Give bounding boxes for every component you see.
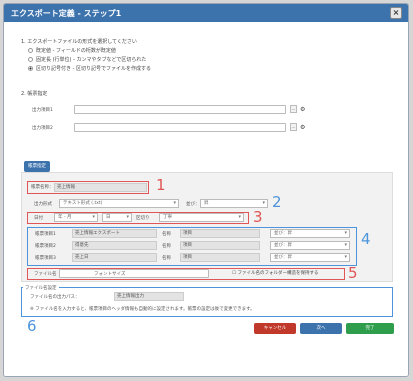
filename-note: ※ ファイル名を入力すると、帳票項目のヘッダ情報も自動的に設定されます。帳票の設… [30, 307, 255, 312]
field-2-sort[interactable]: 並び：昇 ▾ [270, 241, 350, 250]
chevron-down-icon: ▾ [238, 214, 241, 220]
field-1-sort[interactable]: 並び：昇 ▾ [270, 229, 350, 238]
sort-label: 並び： [186, 202, 200, 207]
report-name-input[interactable]: 売上情報 [54, 183, 147, 192]
output-path-input[interactable]: 売上情報出力 [114, 292, 184, 301]
radio-icon[interactable] [28, 66, 33, 71]
field-3-input[interactable]: 売上日 [72, 253, 157, 262]
format-option-1[interactable]: 既定値 - フィールドの桁数が既定値 [28, 47, 116, 54]
tab-report-spec[interactable]: 帳票指定 [24, 161, 50, 172]
chevron-down-icon: ▾ [92, 214, 95, 220]
output-item-1-input[interactable] [74, 105, 286, 114]
radio-icon[interactable] [28, 48, 33, 53]
field-3-label: 帳票項目3 [35, 256, 56, 261]
field-3-key: 名称 [162, 256, 171, 261]
chevron-down-icon: ▾ [262, 200, 265, 206]
export-dialog: エクスポート定義 - ステップ1 × 1. エクスポートファイルの形式を選択して… [3, 3, 409, 377]
gear-icon[interactable]: ⚙ [300, 106, 305, 113]
annotation-2: 2 [272, 193, 282, 211]
annotation-1: 1 [156, 176, 166, 194]
chevron-down-icon: ▾ [173, 200, 176, 206]
field-3-sort[interactable]: 並び：昇 ▾ [270, 253, 350, 262]
next-button[interactable]: 次へ [300, 323, 342, 334]
keep-folder-checkbox[interactable]: ☐ ファイル名のフォルダー構造を保持する [232, 270, 318, 276]
date-label: 日付 [34, 216, 43, 221]
chevron-down-icon: ▾ [344, 242, 347, 248]
output-path-label: ファイル名の出力パス： [30, 295, 80, 300]
field-2-key: 名称 [162, 244, 171, 249]
annotation-6: 6 [27, 317, 37, 335]
radio-icon[interactable] [28, 57, 33, 62]
date-format-select[interactable]: 年 - 月 ▾ [54, 213, 98, 222]
finish-button[interactable]: 完了 [346, 323, 394, 334]
gear-icon[interactable]: ⚙ [300, 124, 305, 131]
format-option-3[interactable]: 区切り記号付き - 区切り記号でファイルを作成する [28, 65, 151, 72]
dialog-titlebar: エクスポート定義 - ステップ1 × [4, 4, 408, 22]
field-1-label: 帳票項目1 [35, 232, 56, 237]
browse-1-button[interactable]: … [290, 105, 297, 113]
field-1-value[interactable]: 項目 [180, 229, 260, 238]
annotation-4: 4 [361, 230, 371, 248]
output-item-2-label: 出力項目2 [32, 126, 53, 131]
annotation-5: 5 [348, 264, 358, 282]
chevron-down-icon: ▾ [126, 214, 129, 220]
separator-select[interactable]: 丁寧 ▾ [159, 213, 244, 222]
cancel-button[interactable]: キャンセル [254, 323, 296, 334]
output-item-2-input[interactable] [74, 123, 286, 132]
chevron-down-icon: ▾ [344, 254, 347, 260]
section1-heading: 1. エクスポートファイルの形式を選択してください [21, 39, 137, 45]
field-2-label: 帳票項目2 [35, 244, 56, 249]
browse-2-button[interactable]: … [290, 123, 297, 131]
output-item-1-label: 出力項目1 [32, 108, 53, 113]
output-format-select[interactable]: テキスト形式 (.txt) ▾ [59, 199, 179, 208]
field-1-input[interactable]: 売上情報エクスポート [72, 229, 157, 238]
report-name-label: 帳票名称： [31, 185, 54, 190]
chevron-down-icon: ▾ [344, 230, 347, 236]
filename-input[interactable] [59, 269, 209, 278]
highlight-box-6 [21, 287, 393, 317]
field-2-value[interactable]: 項目 [180, 241, 260, 250]
section2-heading: 2. 帳票指定 [21, 91, 48, 97]
separator-label: 区切り [136, 216, 150, 221]
day-select[interactable]: 日 ▾ [102, 213, 132, 222]
output-format-label: 出力形式 [34, 202, 52, 207]
field-1-key: 名称 [162, 232, 171, 237]
dialog-body: 1. エクスポートファイルの形式を選択してください 既定値 - フィールドの桁数… [4, 22, 408, 376]
annotation-3: 3 [253, 208, 263, 226]
sort-select[interactable]: 昇 ▾ [200, 199, 268, 208]
close-button[interactable]: × [390, 7, 402, 19]
font-size-label: フォントサイズ [94, 272, 126, 277]
filename-settings-heading: ファイル名設定 [23, 285, 59, 291]
dialog-title: エクスポート定義 - ステップ1 [11, 8, 122, 18]
format-option-2[interactable]: 固定長 (行単位) - カンマやタブなどで区切られた [28, 56, 146, 63]
field-3-value[interactable]: 項目 [180, 253, 260, 262]
field-2-input[interactable]: 得意先 [72, 241, 157, 250]
filename-label: ファイル名 [34, 272, 57, 277]
